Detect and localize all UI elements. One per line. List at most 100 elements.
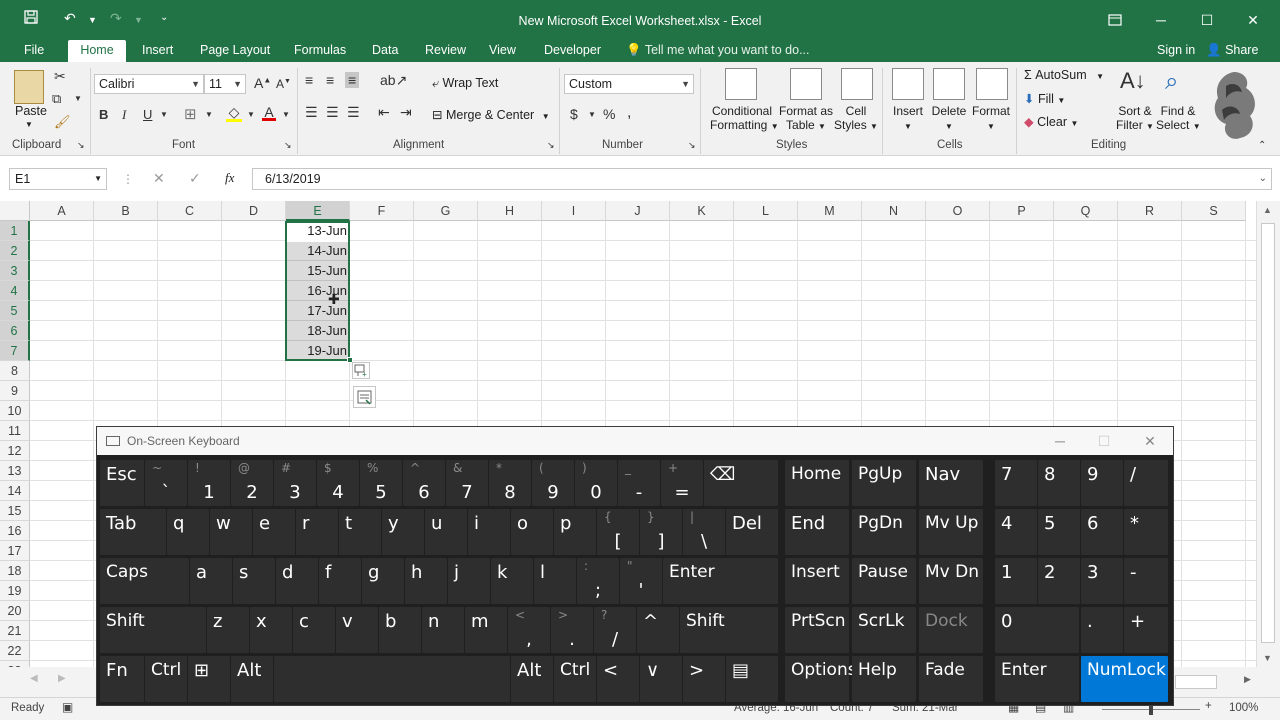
row-header-16[interactable]: 16 <box>0 521 30 541</box>
osk-key-ctrl[interactable]: Ctrl <box>145 656 187 702</box>
align-center-icon[interactable]: ☰ <box>326 104 339 121</box>
column-header-a[interactable]: A <box>30 201 94 221</box>
cell-e6[interactable]: 18-Jun <box>286 321 350 341</box>
osk-key-p[interactable]: p <box>554 509 596 555</box>
osk-key-e[interactable]: e <box>253 509 295 555</box>
tab-formulas[interactable]: Formulas <box>288 40 352 62</box>
osk-key-d[interactable]: d <box>276 558 318 604</box>
macro-record-icon[interactable]: ▣ <box>62 700 73 714</box>
osk-key--[interactable]: <, <box>508 607 550 653</box>
column-header-c[interactable]: C <box>158 201 222 221</box>
osk-key-esc[interactable]: Esc <box>100 460 144 506</box>
column-header-p[interactable]: P <box>990 201 1054 221</box>
insert-cells-icon[interactable] <box>892 68 924 100</box>
fill-color-icon[interactable]: ◇ <box>226 104 242 122</box>
underline-dropdown-icon[interactable]: ▼ <box>160 110 168 119</box>
decrease-indent-icon[interactable]: ⇤ <box>378 104 390 121</box>
row-header-9[interactable]: 9 <box>0 381 30 401</box>
osk-key-alt[interactable]: Alt <box>511 656 553 702</box>
osk-close-button[interactable]: ✕ <box>1135 427 1165 455</box>
osk-key--[interactable]: ^ <box>637 607 679 653</box>
osk-key-9[interactable]: (9 <box>532 460 574 506</box>
row-header-20[interactable]: 20 <box>0 601 30 621</box>
osk-key-pgup[interactable]: PgUp <box>852 460 916 506</box>
tab-data[interactable]: Data <box>366 40 404 62</box>
name-box[interactable]: E1 ▼ <box>9 168 107 190</box>
osk-key-m[interactable]: m <box>465 607 507 653</box>
close-button[interactable]: ✕ <box>1240 8 1266 32</box>
scroll-up-icon[interactable]: ▲ <box>1263 205 1272 215</box>
osk-key-shift[interactable]: Shift <box>680 607 778 653</box>
cell-e3[interactable]: 15-Jun <box>286 261 350 281</box>
osk-key--[interactable]: / <box>1124 460 1168 506</box>
column-header-n[interactable]: N <box>862 201 926 221</box>
format-cells-button[interactable]: Format ▼ <box>970 104 1012 132</box>
osk-key-8[interactable]: * 8 <box>489 460 531 506</box>
copy-dropdown-icon[interactable]: ▼ <box>74 94 82 103</box>
osk-key-0[interactable]: ) 0 <box>575 460 617 506</box>
fill-color-dropdown-icon[interactable]: ▼ <box>247 110 255 119</box>
borders-dropdown-icon[interactable]: ▼ <box>205 110 213 119</box>
osk-key-3[interactable]: #3 <box>274 460 316 506</box>
osk-key-k[interactable]: k <box>491 558 533 604</box>
osk-key-h[interactable]: h <box>405 558 447 604</box>
osk-key-v[interactable]: v <box>336 607 378 653</box>
cut-icon[interactable]: ✂ <box>54 68 66 85</box>
osk-key--[interactable]: . <box>1081 607 1123 653</box>
osk-title-bar[interactable]: On-Screen Keyboard ─ ☐ ✕ <box>97 427 1173 455</box>
tab-developer[interactable]: Developer <box>538 40 607 62</box>
osk-key--[interactable]: * <box>1124 509 1168 555</box>
row-header-3[interactable]: 3 <box>0 261 30 281</box>
orientation-icon[interactable]: ab↗ <box>380 72 407 89</box>
middle-align-icon[interactable]: ≡ <box>326 72 334 88</box>
underline-icon[interactable]: U <box>143 107 152 122</box>
row-header-18[interactable]: 18 <box>0 561 30 581</box>
row-header-2[interactable]: 2 <box>0 241 30 261</box>
osk-key--[interactable]: > <box>683 656 725 702</box>
osk-key-end[interactable]: End <box>785 509 849 555</box>
osk-key-c[interactable]: c <box>293 607 335 653</box>
row-header-22[interactable]: 22 <box>0 641 30 661</box>
osk-key--[interactable]: ? / <box>594 607 636 653</box>
font-name-combo[interactable]: Calibri ▼ <box>94 74 204 94</box>
osk-key-tab[interactable]: Tab <box>100 509 166 555</box>
tab-view[interactable]: View <box>483 40 522 62</box>
osk-key--[interactable]: | \ <box>683 509 725 555</box>
osk-key-2[interactable]: 2 <box>1038 558 1080 604</box>
row-header-21[interactable]: 21 <box>0 621 30 641</box>
column-header-s[interactable]: S <box>1182 201 1246 221</box>
scroll-down-icon[interactable]: ▼ <box>1263 653 1272 663</box>
osk-key-insert[interactable]: Insert <box>785 558 849 604</box>
osk-key-alt[interactable]: Alt <box>231 656 273 702</box>
osk-key-pgdn[interactable]: PgDn <box>852 509 916 555</box>
osk-key--[interactable]: {[ <box>597 509 639 555</box>
row-header-15[interactable]: 15 <box>0 501 30 521</box>
find-select-icon[interactable]: ⌕ <box>1165 68 1178 96</box>
osk-key-prtscn[interactable]: PrtScn <box>785 607 849 653</box>
align-right-icon[interactable]: ☰ <box>347 104 360 121</box>
column-header-h[interactable]: H <box>478 201 542 221</box>
osk-key-numlock[interactable]: NumLock <box>1081 656 1168 702</box>
osk-key-options[interactable]: Options <box>785 656 857 702</box>
osk-key--[interactable]: - <box>1124 558 1168 604</box>
tab-page-layout[interactable]: Page Layout <box>194 40 276 62</box>
format-as-table-button[interactable]: Format as Table ▼ <box>778 104 834 132</box>
align-left-icon[interactable]: ☰ <box>305 104 318 121</box>
row-header-4[interactable]: 4 <box>0 281 30 301</box>
row-header-10[interactable]: 10 <box>0 401 30 421</box>
osk-key-help[interactable]: Help <box>852 656 916 702</box>
row-header-5[interactable]: 5 <box>0 301 30 321</box>
accounting-format-icon[interactable]: $ <box>570 106 578 122</box>
osk-key--[interactable]: _ - <box>618 460 660 506</box>
osk-key-i[interactable]: i <box>468 509 510 555</box>
osk-key-8[interactable]: 8 <box>1038 460 1080 506</box>
row-header-7[interactable]: 7 <box>0 341 30 361</box>
osk-key--[interactable]: }] <box>640 509 682 555</box>
horizontal-scroll-thumb[interactable] <box>1175 675 1217 689</box>
osk-key-6[interactable]: 6 <box>1081 509 1123 555</box>
minimize-button[interactable]: ─ <box>1148 8 1174 32</box>
osk-key-4[interactable]: 4 <box>995 509 1037 555</box>
auto-fill-options-icon[interactable]: + <box>352 362 370 379</box>
osk-key--[interactable]: < <box>597 656 639 702</box>
osk-key-fade[interactable]: Fade <box>919 656 983 702</box>
